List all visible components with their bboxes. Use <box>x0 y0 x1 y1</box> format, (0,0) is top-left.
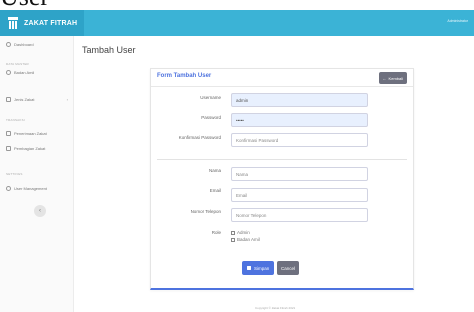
sidebar-item-pembagian[interactable]: Pembagian Zakat <box>6 146 70 151</box>
role-label: Role <box>211 230 221 235</box>
share-icon <box>6 146 11 151</box>
save-button[interactable]: Simpan <box>242 261 275 275</box>
receive-icon <box>6 131 11 136</box>
card-header: Form Tambah User ← Kembali <box>151 69 413 87</box>
list-icon <box>6 97 11 102</box>
telepon-field[interactable] <box>231 208 368 222</box>
sidebar-section-settings: SETTINGS <box>6 172 23 176</box>
sidebar-item-jenis-zakat[interactable]: Jenis Zakat › <box>6 97 70 102</box>
email-field[interactable] <box>231 188 368 202</box>
brand[interactable]: ZAKAT FITRAH <box>0 10 84 36</box>
dashboard-icon <box>6 42 11 47</box>
user-icon <box>6 186 11 191</box>
sidebar-item-dashboard[interactable]: Dashboard <box>6 42 70 47</box>
mosque-icon <box>8 17 18 29</box>
page-heading: User <box>0 0 60 10</box>
sidebar: Dashboard DATA MASTER Badan Amil Jenis Z… <box>0 36 74 312</box>
username-label: Username <box>200 95 221 100</box>
telepon-label: Nomor Telepon <box>190 209 221 214</box>
sidebar-item-penerimaan[interactable]: Penerimaan Zakat <box>6 131 70 136</box>
arrow-left-icon: ← <box>382 75 387 81</box>
form-title: Form Tambah User <box>157 73 212 79</box>
brand-text: ZAKAT FITRAH <box>24 19 78 27</box>
konfirmasi-password-field[interactable] <box>231 133 368 147</box>
divider <box>157 159 407 160</box>
sidebar-section-transaksi: TRANSAKSI <box>6 118 25 122</box>
form-card: Form Tambah User ← Kembali Username Pass… <box>150 68 414 290</box>
password-label: Password <box>201 115 221 120</box>
role-option-admin[interactable]: Admin <box>231 230 250 235</box>
user-menu[interactable]: Administrator <box>447 19 468 23</box>
back-button[interactable]: ← Kembali <box>378 72 407 84</box>
sidebar-toggle-button[interactable]: ‹ <box>34 205 46 217</box>
cancel-button[interactable]: Cancel <box>277 261 300 275</box>
nama-field[interactable] <box>231 167 368 181</box>
users-icon <box>6 70 11 75</box>
sidebar-item-badan-amil[interactable]: Badan Amil <box>6 70 70 75</box>
footer-copyright: Copyright © Zakat Fitrah 2021 <box>255 306 296 310</box>
role-option-badan-amil[interactable]: Badan Amil <box>231 237 260 242</box>
topbar: ZAKAT FITRAH Administrator <box>0 10 474 36</box>
username-field[interactable] <box>231 93 368 107</box>
sidebar-item-user-management[interactable]: User Management <box>6 186 70 191</box>
checkbox-badan-amil[interactable] <box>231 237 235 242</box>
checkbox-admin[interactable] <box>231 230 235 235</box>
chevron-right-icon: › <box>66 97 68 102</box>
email-label: Email <box>209 188 221 193</box>
save-icon <box>247 266 251 270</box>
konfirmasi-label: Konfirmasi Password <box>178 135 221 140</box>
content-title: Tambah User <box>82 45 136 55</box>
sidebar-section-master: DATA MASTER <box>6 62 29 66</box>
password-field[interactable] <box>231 113 368 127</box>
nama-label: Nama <box>208 168 221 173</box>
